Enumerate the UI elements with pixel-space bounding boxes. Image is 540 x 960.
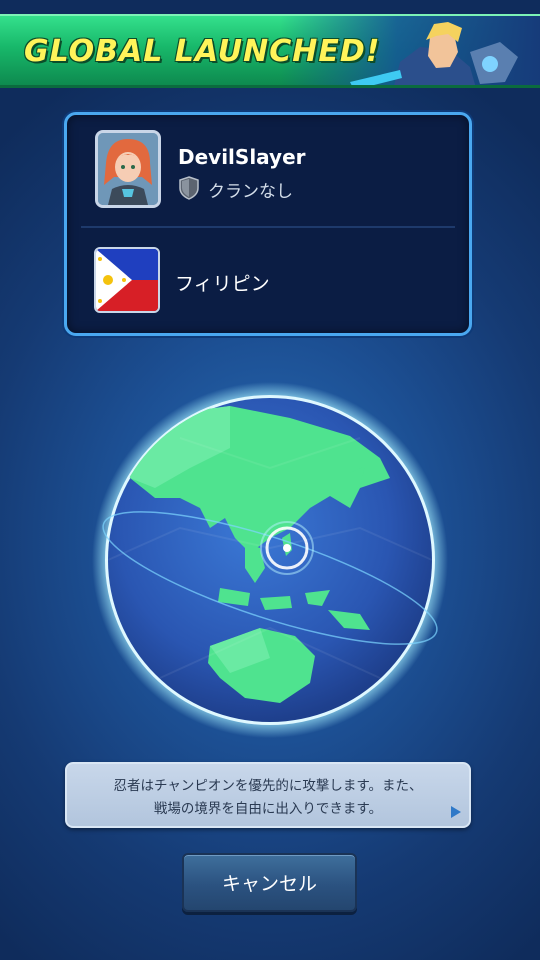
player-name: DevilSlayer (178, 145, 306, 169)
shield-icon (179, 176, 199, 200)
player-row: DevilSlayer クランなし (67, 115, 469, 227)
hint-text-line-2: 戦場の境界を自由に出入りできます。 (153, 801, 383, 817)
next-arrow-icon[interactable] (451, 806, 461, 818)
hint-box[interactable]: 忍者はチャンピオンを優先的に攻撃します。また、 戦場の境界を自由に出入りできます… (65, 762, 471, 828)
hero-artwork (350, 22, 518, 85)
avatar[interactable] (95, 130, 161, 208)
globe-illustration (92, 382, 448, 738)
cancel-button[interactable]: キャンセル (182, 853, 357, 912)
global-launched-banner[interactable]: GLOBAL LAUNCHED! (0, 14, 540, 88)
player-info-card: DevilSlayer クランなし フィリピン (64, 112, 472, 336)
clan-status: クランなし (208, 182, 293, 202)
hint-text-line-1: 忍者はチャンピオンを優先的に攻撃します。また、 (113, 778, 423, 794)
country-name: フィリピン (175, 273, 270, 295)
philippines-flag-icon (94, 247, 160, 313)
country-row: フィリピン (67, 227, 469, 333)
banner-title: GLOBAL LAUNCHED! (24, 34, 381, 69)
